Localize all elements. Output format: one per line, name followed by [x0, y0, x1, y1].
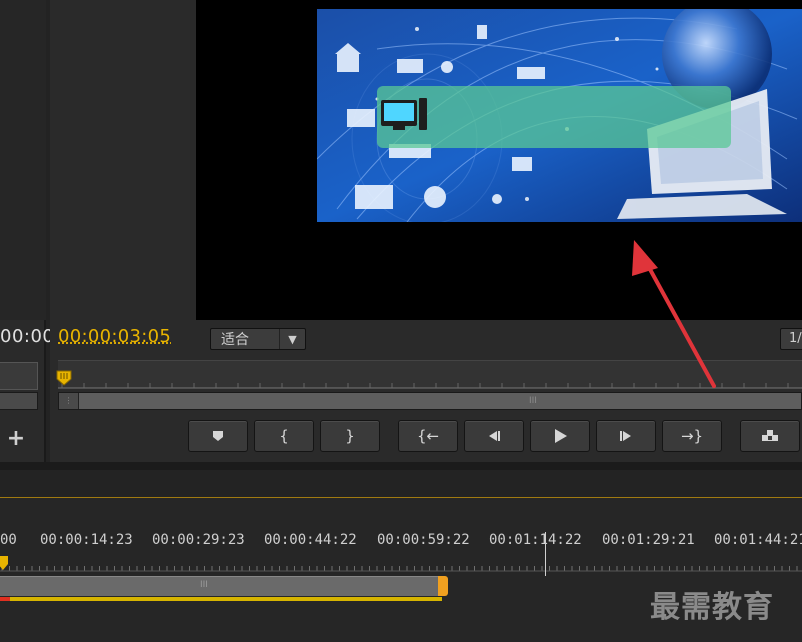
lift-button[interactable]	[740, 420, 800, 452]
program-time-ruler[interactable]	[58, 360, 802, 388]
plus-icon: +	[7, 426, 25, 451]
timeline-clip[interactable]: III	[0, 576, 442, 596]
go-to-out-icon: →}	[681, 427, 703, 445]
fit-zoom-select[interactable]: 适合 ▼	[210, 328, 306, 350]
add-marker-button[interactable]	[188, 420, 248, 452]
playhead-marker-icon[interactable]	[56, 370, 72, 386]
timeline-ruler-label: 00:00:29:23	[152, 532, 245, 548]
timeline-ruler-ticks	[0, 556, 802, 572]
timeline-playhead-icon[interactable]	[0, 556, 8, 572]
playback-resolution-select[interactable]: 1/	[780, 328, 802, 350]
video-frame-network-image	[317, 9, 802, 222]
timeline-ruler-label: 00	[0, 532, 17, 548]
step-back-button[interactable]	[464, 420, 524, 452]
clip-render-bar	[0, 597, 442, 601]
timeline-ruler-label: 00:00:14:23	[40, 532, 133, 548]
scrollbar-grip[interactable]: III	[529, 393, 537, 409]
program-monitor-panel: 00:00:03:05 适合 ▼ 1/ ⋮ III { } {← →}	[50, 0, 802, 462]
timeline-time-ruler[interactable]	[0, 556, 802, 572]
watermark-logo: 最需教育	[650, 582, 774, 626]
timeline-playhead-line[interactable]	[545, 532, 546, 576]
source-zoom-scrollbar[interactable]	[0, 392, 38, 410]
program-timecode[interactable]: 00:00:03:05	[58, 326, 171, 347]
timeline-ruler-label: 00:00:44:22	[264, 532, 357, 548]
source-time-ruler[interactable]	[0, 362, 38, 390]
computer-icon	[377, 86, 731, 148]
fit-zoom-value: 适合	[211, 329, 279, 349]
go-to-out-button[interactable]: →}	[662, 420, 722, 452]
play-icon	[551, 428, 569, 444]
source-monitor-viewer	[0, 0, 46, 320]
source-timecode[interactable]: 00:00	[0, 326, 54, 347]
timeline-header	[0, 470, 802, 498]
step-back-icon	[485, 429, 503, 443]
program-zoom-scrollbar[interactable]: ⋮ III	[58, 392, 802, 410]
ruler-ticks	[58, 361, 802, 389]
timeline-ruler-label: 00:00:59:22	[377, 532, 470, 548]
source-monitor-panel: 00:00 +	[0, 0, 46, 462]
clip-grip: III	[200, 580, 208, 590]
mark-out-icon: }	[345, 427, 355, 445]
mark-in-button[interactable]: {	[254, 420, 314, 452]
lift-icon	[760, 429, 780, 443]
scrollbar-left-handle[interactable]: ⋮	[59, 393, 79, 409]
mark-out-button[interactable]: }	[320, 420, 380, 452]
timeline-ruler-label: 00:01:29:21	[602, 532, 695, 548]
panel-divider[interactable]	[0, 462, 802, 470]
clip-render-bar-unrendered	[0, 597, 10, 601]
mark-in-icon: {	[279, 427, 289, 445]
timeline-ruler-label: 00:01:14:22	[489, 532, 582, 548]
chevron-down-icon: ▼	[279, 329, 305, 349]
timeline-ruler-label: 00:01:44:21	[714, 532, 802, 548]
play-button[interactable]	[530, 420, 590, 452]
clip-end-handle[interactable]	[438, 576, 448, 596]
add-button[interactable]: +	[6, 427, 26, 451]
go-to-in-button[interactable]: {←	[398, 420, 458, 452]
step-forward-button[interactable]	[596, 420, 656, 452]
program-viewer	[196, 0, 802, 320]
marker-icon	[211, 429, 225, 443]
go-to-in-icon: {←	[417, 427, 439, 445]
step-forward-icon	[617, 429, 635, 443]
title-overlay-bar[interactable]	[377, 86, 731, 148]
